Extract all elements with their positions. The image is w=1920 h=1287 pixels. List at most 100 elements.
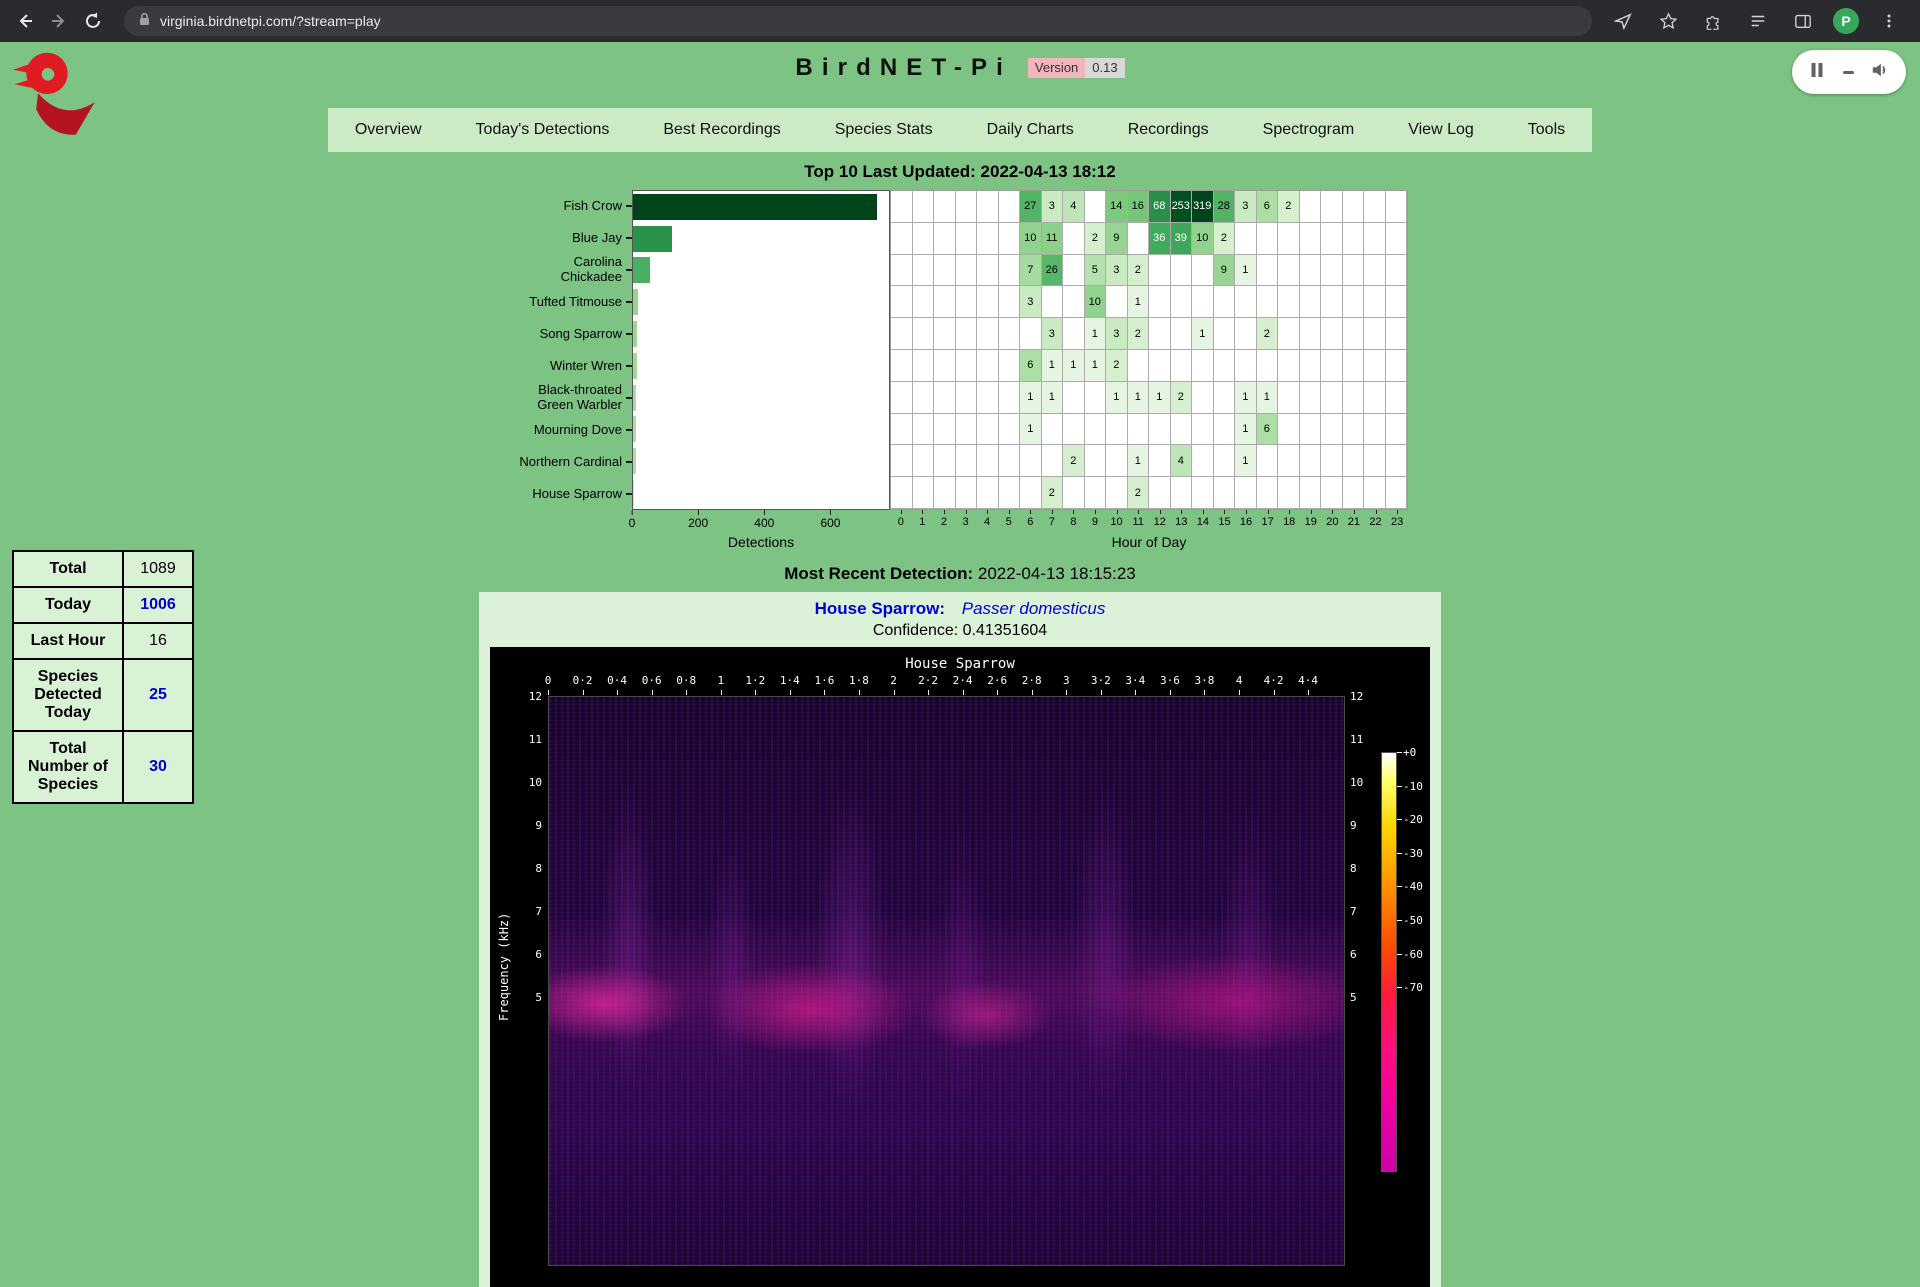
freq-tick-label: 12 <box>1350 690 1376 703</box>
most-recent-heading: Most Recent Detection: 2022-04-13 18:15:… <box>0 564 1920 584</box>
heatmap-cell <box>977 350 999 382</box>
heatmap-cell <box>1063 223 1085 255</box>
heatmap-cell <box>1214 286 1236 318</box>
colorbar-tick-mark <box>1397 752 1402 753</box>
colorbar-tick-label: -30 <box>1403 847 1423 860</box>
time-tick-mark <box>1274 690 1275 695</box>
heatmap-cell <box>1343 382 1365 414</box>
heatmap-cell <box>1278 350 1300 382</box>
species-bar-row <box>633 286 889 318</box>
audio-player[interactable] <box>1792 50 1906 94</box>
heatmap-cell <box>1321 382 1343 414</box>
hour-axis-tick-label: 9 <box>1084 516 1106 532</box>
heatmap-cell <box>934 477 956 509</box>
stats-value[interactable]: 25 <box>123 659 193 731</box>
species-bar-row <box>633 191 889 223</box>
heatmap-cell <box>913 191 935 223</box>
time-tick-label: 4·2 <box>1264 674 1284 687</box>
species-common-link[interactable]: House Sparrow: <box>815 599 945 618</box>
nav-item-daily-charts[interactable]: Daily Charts <box>960 121 1101 139</box>
reading-list-icon[interactable] <box>1743 6 1773 36</box>
volume-button[interactable] <box>1871 61 1889 84</box>
heatmap-cell <box>913 382 935 414</box>
version-badge-value: 0.13 <box>1085 58 1124 79</box>
hour-axis-tick-label: 7 <box>1041 516 1063 532</box>
nav-item-recordings[interactable]: Recordings <box>1101 121 1236 139</box>
heatmap-cell <box>1343 223 1365 255</box>
heatmap-cell <box>934 445 956 477</box>
lock-icon <box>138 12 151 31</box>
stats-value[interactable]: 1006 <box>123 587 193 623</box>
species-latin-link[interactable]: Passer domesticus <box>962 599 1106 618</box>
heatmap-cell: 1 <box>1192 318 1214 350</box>
extensions-icon[interactable] <box>1698 6 1728 36</box>
time-tick-label: 3·2 <box>1091 674 1111 687</box>
bar-axis-tick-label: 200 <box>688 516 708 530</box>
heatmap-cell <box>1214 318 1236 350</box>
stats-value: 16 <box>123 623 193 659</box>
spectrogram: House Sparrow 00·20·40·60·811·21·41·61·8… <box>490 647 1430 1287</box>
time-tick-mark <box>721 690 722 695</box>
nav-item-best-recordings[interactable]: Best Recordings <box>636 121 807 139</box>
nav-item-tools[interactable]: Tools <box>1501 121 1592 139</box>
reload-button[interactable] <box>78 6 108 36</box>
stats-label: Total Number of Species <box>13 731 123 803</box>
side-panel-icon[interactable] <box>1788 6 1818 36</box>
profile-avatar[interactable]: P <box>1833 8 1859 34</box>
nav-item-today-s-detections[interactable]: Today's Detections <box>449 121 637 139</box>
heatmap-cell: 1 <box>1235 445 1257 477</box>
heatmap-cell <box>891 382 913 414</box>
heatmap-cell <box>1364 191 1386 223</box>
seek-slider[interactable] <box>1843 71 1854 74</box>
heatmap-cell <box>1149 445 1171 477</box>
heatmap-cell <box>934 255 956 287</box>
heatmap-cell <box>1171 414 1193 446</box>
species-bar <box>633 321 637 347</box>
heatmap-cell: 1 <box>1235 255 1257 287</box>
nav-item-view-log[interactable]: View Log <box>1381 121 1501 139</box>
bookmark-star-icon[interactable] <box>1653 6 1683 36</box>
nav-item-species-stats[interactable]: Species Stats <box>808 121 960 139</box>
heatmap-cell <box>1257 255 1279 287</box>
heatmap-cell <box>934 382 956 414</box>
heatmap-cell <box>1343 445 1365 477</box>
freq-tick-label: 11 <box>516 733 542 746</box>
heatmap-cell <box>1386 286 1408 318</box>
hour-axis-tick-label: 8 <box>1063 516 1085 532</box>
heatmap-cell <box>1042 414 1064 446</box>
stats-value[interactable]: 30 <box>123 731 193 803</box>
time-tick-mark <box>997 690 998 695</box>
hour-axis-tick-label: 21 <box>1343 516 1365 532</box>
heatmap-cell <box>1020 477 1042 509</box>
chart-caption-spacer <box>512 532 632 550</box>
spectrogram-plot <box>548 696 1345 1266</box>
heatmap-cell: 1 <box>1085 318 1107 350</box>
heatmap-cell <box>1085 191 1107 223</box>
heatmap-cell <box>1300 255 1322 287</box>
time-tick-mark <box>963 690 964 695</box>
heatmap-cell <box>1128 350 1150 382</box>
time-tick-label: 2·2 <box>918 674 938 687</box>
address-bar[interactable]: virginia.birdnetpi.com/?stream=play <box>124 6 1592 36</box>
time-tick-label: 0·4 <box>607 674 627 687</box>
site-header: BirdNET-Pi Version 0.13 <box>0 42 1920 82</box>
heatmap-cell <box>956 445 978 477</box>
nav-item-spectrogram[interactable]: Spectrogram <box>1236 121 1382 139</box>
main-nav: OverviewToday's DetectionsBest Recording… <box>328 108 1592 152</box>
heatmap-cell <box>1386 255 1408 287</box>
back-button[interactable] <box>10 6 40 36</box>
freq-tick-label: 11 <box>1350 733 1376 746</box>
time-tick-label: 1·2 <box>745 674 765 687</box>
heatmap-cell <box>913 477 935 509</box>
send-icon[interactable] <box>1608 6 1638 36</box>
nav-item-overview[interactable]: Overview <box>328 121 449 139</box>
browser-menu-icon[interactable] <box>1874 6 1904 36</box>
pause-button[interactable] <box>1809 62 1825 83</box>
forward-button[interactable] <box>44 6 74 36</box>
freq-tick-label: 9 <box>516 819 542 832</box>
heatmap-cell <box>913 414 935 446</box>
species-label: Song Sparrow <box>512 318 632 350</box>
time-tick-mark <box>928 690 929 695</box>
heatmap-cell <box>1085 414 1107 446</box>
heatmap-cell <box>999 414 1021 446</box>
